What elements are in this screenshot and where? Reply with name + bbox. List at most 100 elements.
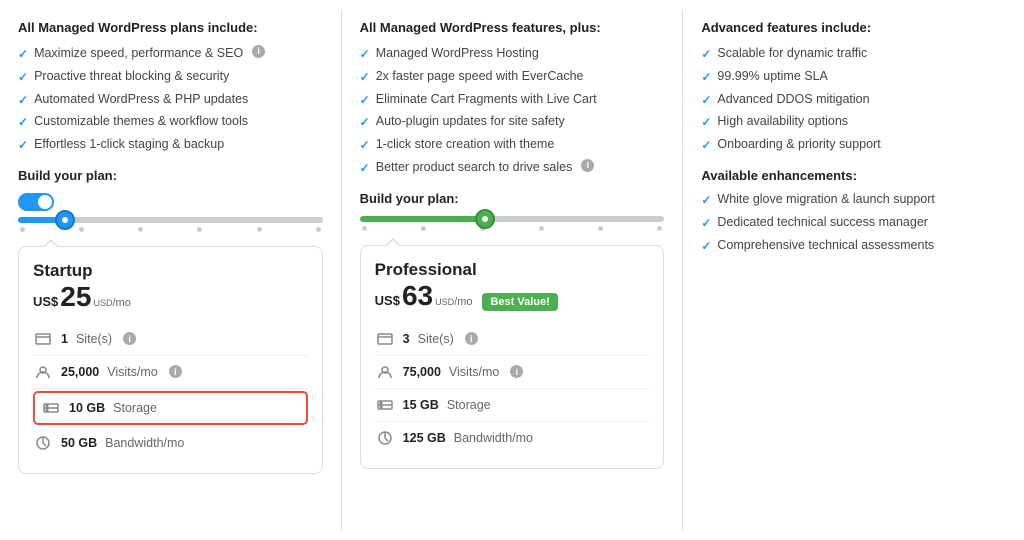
plan-feature-item: 25,000 Visits/moi: [33, 356, 308, 389]
feature-text: Auto-plugin updates for site safety: [376, 113, 565, 131]
feature-label: Site(s): [418, 332, 454, 346]
feature-item: ✓ Managed WordPress Hosting: [360, 45, 665, 63]
feature-item: ✓2x faster page speed with EverCache: [360, 68, 665, 86]
check-icon: ✓: [701, 92, 711, 109]
check-icon: ✓: [701, 114, 711, 131]
info-icon[interactable]: i: [581, 159, 594, 172]
slider-dot: [316, 227, 321, 232]
check-icon: ✓: [18, 114, 28, 131]
check-icon: ✓: [360, 114, 370, 131]
section-title: All Managed WordPress features, plus:: [360, 20, 665, 35]
feature-text: 99.99% uptime SLA: [717, 68, 828, 86]
feature-item: ✓Automated WordPress & PHP updates: [18, 91, 323, 109]
plan-name: Startup: [33, 261, 308, 281]
slider-dot: [362, 226, 367, 231]
check-icon: ✓: [701, 238, 711, 255]
slider-dot: [20, 227, 25, 232]
feature-text: Better product search to drive sales: [376, 159, 573, 177]
feature-text: Managed WordPress Hosting: [376, 45, 539, 63]
info-icon[interactable]: i: [123, 332, 136, 345]
slider-dot: [539, 226, 544, 231]
slider-dot: [421, 226, 426, 231]
feature-value: 125 GB: [403, 431, 446, 445]
feature-value: 75,000: [403, 365, 441, 379]
feature-text: Maximize speed, performance & SEO: [34, 45, 243, 63]
slider-thumb[interactable]: [55, 210, 75, 230]
feature-label: Storage: [113, 401, 157, 415]
slider-dot: [79, 227, 84, 232]
bandwidth-icon: [33, 433, 53, 453]
slider-thumb[interactable]: [475, 209, 495, 229]
info-icon[interactable]: i: [252, 45, 265, 58]
plan-feature-list: 1 Site(s)i25,000 Visits/moi10 GB Storage…: [33, 323, 308, 459]
check-icon: ✓: [360, 46, 370, 63]
check-icon: ✓: [360, 160, 370, 177]
plan-price-row: US$25USD/mo: [33, 283, 308, 311]
plan-feature-item: 10 GB Storage: [33, 391, 308, 425]
price-usd-mo: USD/mo: [93, 294, 130, 309]
info-icon[interactable]: i: [465, 332, 478, 345]
toggle-container: [18, 193, 323, 211]
feature-item: ✓ Proactive threat blocking & security: [18, 68, 323, 86]
feature-item: ✓Customizable themes & workflow tools: [18, 113, 323, 131]
price-amount: 63: [402, 282, 433, 310]
slider-track[interactable]: [18, 217, 323, 223]
storage-icon: [41, 398, 61, 418]
slider-dot: [598, 226, 603, 231]
feature-label: Site(s): [76, 332, 112, 346]
feature-item: ✓Advanced DDOS mitigation: [701, 91, 1006, 109]
feature-value: 25,000: [61, 365, 99, 379]
slider-dot: [197, 227, 202, 232]
feature-text: Effortless 1-click staging & backup: [34, 136, 224, 154]
slider-dot: [257, 227, 262, 232]
check-icon: ✓: [18, 69, 28, 86]
plan-feature-item: 50 GB Bandwidth/mo: [33, 427, 308, 459]
feature-label: Bandwidth/mo: [454, 431, 533, 445]
feature-text: Scalable for dynamic traffic: [717, 45, 867, 63]
toggle-switch[interactable]: [18, 193, 54, 211]
info-icon[interactable]: i: [169, 365, 182, 378]
slider-track[interactable]: [360, 216, 665, 222]
section-title: All Managed WordPress plans include:: [18, 20, 323, 35]
site-icon: [33, 329, 53, 349]
price-currency: US$: [33, 294, 58, 309]
site-icon: [375, 329, 395, 349]
build-your-plan-label: Build your plan:: [360, 191, 665, 206]
check-icon: ✓: [701, 69, 711, 86]
check-icon: ✓: [701, 137, 711, 154]
check-icon: ✓: [360, 69, 370, 86]
price-usd-label: USD: [93, 298, 112, 308]
check-icon: ✓: [701, 215, 711, 232]
enhancements-title: Available enhancements:: [701, 168, 1006, 183]
feature-text: Proactive threat blocking & security: [34, 68, 229, 86]
feature-item: ✓ 99.99% uptime SLA: [701, 68, 1006, 86]
info-icon[interactable]: i: [510, 365, 523, 378]
plan-feature-item: 75,000 Visits/mo i: [375, 356, 650, 389]
feature-item: ✓ Better product search to drive sales i: [360, 159, 665, 177]
plan-price-row: US$63USD/moBest Value!: [375, 282, 650, 311]
check-icon: ✓: [18, 137, 28, 154]
feature-list: ✓ Scalable for dynamic traffic ✓ 99.99% upt…: [701, 45, 1006, 154]
check-icon: ✓: [701, 46, 711, 63]
visits-icon: [375, 362, 395, 382]
feature-label: Storage: [447, 398, 491, 412]
check-icon: ✓: [360, 137, 370, 154]
feature-value: 3: [403, 332, 410, 346]
slider-container: [18, 193, 323, 232]
column-managed-wp: All Managed WordPress plans include: ✓ Max…: [0, 10, 342, 530]
slider-dot: [657, 226, 662, 231]
feature-label: Visits/mo: [449, 365, 499, 379]
feature-list: ✓ Maximize speed, performance & SEO i ✓ Proa…: [18, 45, 323, 154]
feature-item: ✓ Scalable for dynamic traffic: [701, 45, 1006, 63]
enhancement-item: ✓White glove migration & launch support: [701, 191, 1006, 209]
feature-value: 1: [61, 332, 68, 346]
check-icon: ✓: [701, 192, 711, 209]
enhancement-item: ✓Dedicated technical success manager: [701, 214, 1006, 232]
feature-text: Automated WordPress & PHP updates: [34, 91, 248, 109]
plan-card: StartupUS$25USD/mo1 Site(s)i25,000 Visit…: [18, 246, 323, 474]
build-your-plan-label: Build your plan:: [18, 168, 323, 183]
column-advanced: Advanced features include:✓Scalable for …: [683, 10, 1024, 530]
plan-feature-item: 3 Site(s) i: [375, 323, 650, 356]
plan-feature-item: 15 GB Storage: [375, 389, 650, 422]
price-usd-mo: USD/mo: [435, 293, 472, 308]
